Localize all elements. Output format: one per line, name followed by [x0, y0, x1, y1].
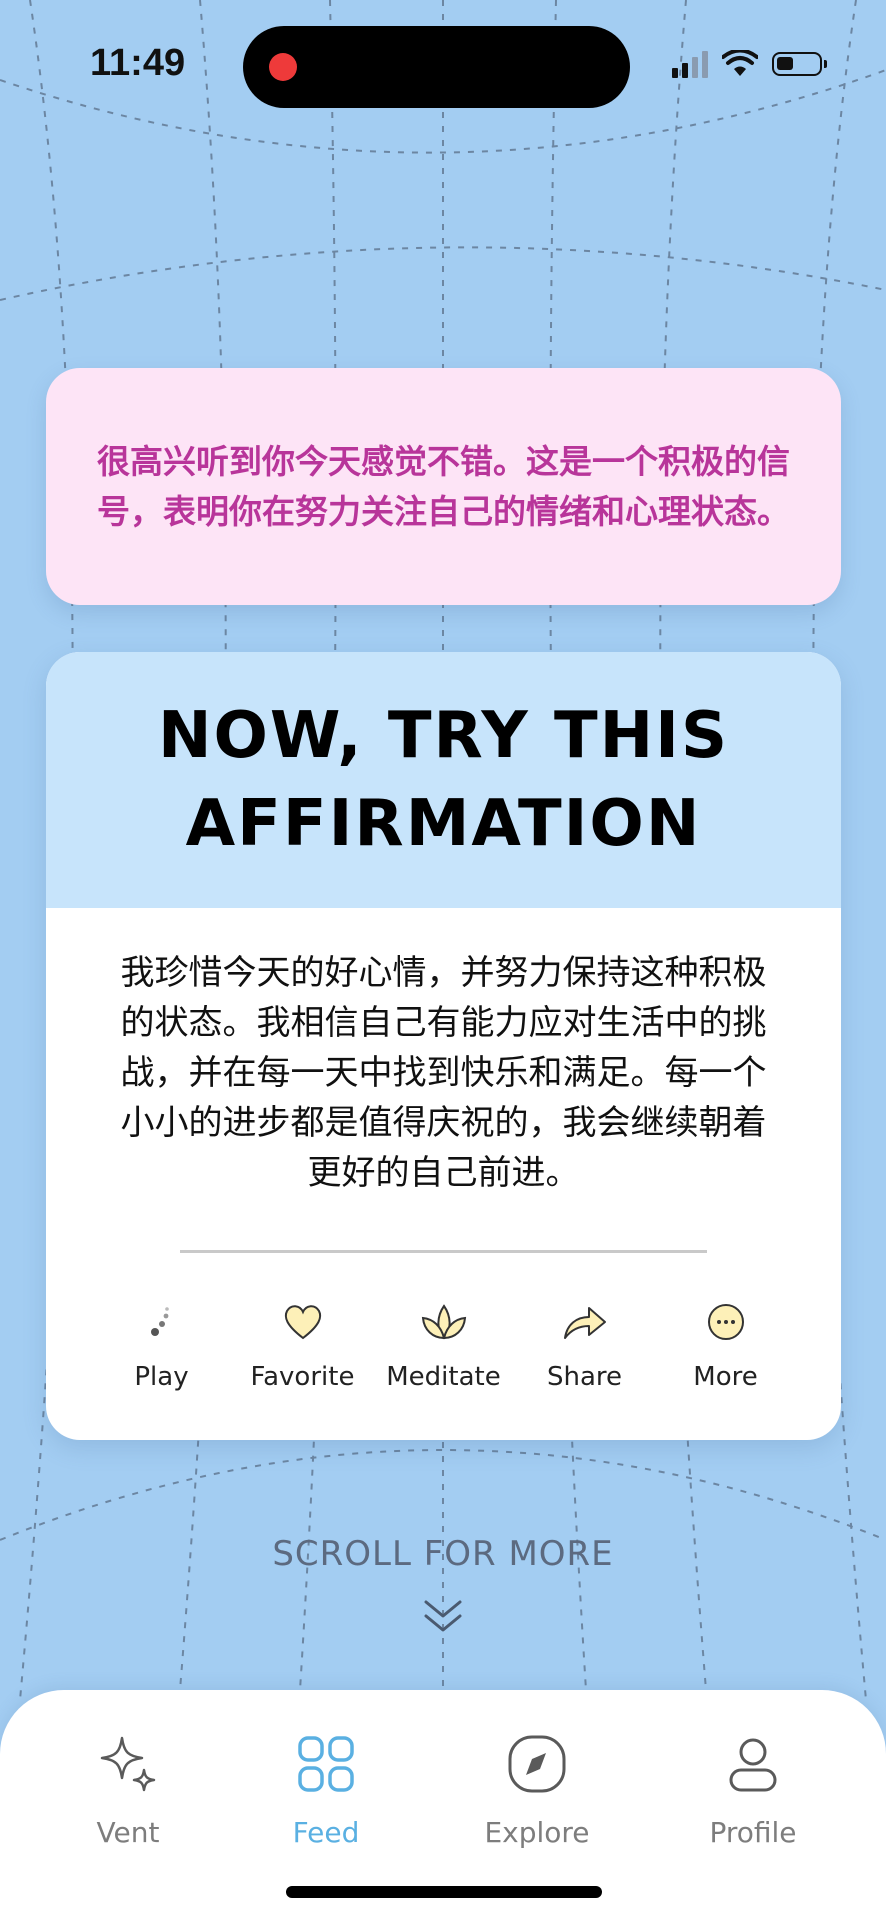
status-bar: 11:49 [0, 0, 886, 130]
home-indicator[interactable] [286, 1886, 602, 1898]
dynamic-island [243, 26, 630, 108]
favorite-label: Favorite [250, 1362, 355, 1392]
compass-icon [506, 1730, 568, 1798]
tab-explore-label: Explore [484, 1816, 590, 1849]
heart-icon [273, 1294, 333, 1350]
play-button[interactable]: Play [91, 1294, 232, 1392]
grid-icon [296, 1730, 356, 1798]
tab-profile[interactable]: Profile [663, 1730, 843, 1849]
double-chevron-down-icon[interactable] [420, 1596, 466, 1636]
share-arrow-icon [555, 1294, 615, 1350]
favorite-button[interactable]: Favorite [232, 1294, 373, 1392]
sparkle-icon [98, 1730, 158, 1798]
recording-indicator-icon [269, 53, 297, 81]
person-icon [725, 1730, 781, 1798]
wifi-icon [722, 50, 758, 76]
affirmation-header: NOW, TRY THIS AFFIRMATION [46, 652, 841, 908]
battery-icon [772, 52, 827, 76]
play-label: Play [134, 1362, 189, 1392]
tab-feed[interactable]: Feed [236, 1730, 416, 1849]
affirmation-actions: Play Favorite Meditate Share More [46, 1294, 841, 1392]
cellular-signal-icon [672, 50, 708, 78]
affirmation-card: NOW, TRY THIS AFFIRMATION 我珍惜今天的好心情，并努力保… [46, 652, 841, 1440]
scroll-for-more-text[interactable]: SCROLL FOR MORE [0, 1534, 886, 1574]
meditate-label: Meditate [386, 1362, 501, 1392]
more-label: More [693, 1362, 758, 1392]
response-message-card: 很高兴听到你今天感觉不错。这是一个积极的信号，表明你在努力关注自己的情绪和心理状… [46, 368, 841, 605]
tab-vent-label: Vent [96, 1816, 160, 1849]
share-button[interactable]: Share [514, 1294, 655, 1392]
lotus-icon [414, 1294, 474, 1350]
tab-vent[interactable]: Vent [38, 1730, 218, 1849]
affirmation-title: NOW, TRY THIS AFFIRMATION [157, 699, 730, 861]
divider [180, 1250, 707, 1253]
more-button[interactable]: More [655, 1294, 796, 1392]
tab-profile-label: Profile [709, 1816, 797, 1849]
status-time: 11:49 [90, 42, 186, 84]
affirmation-text: 我珍惜今天的好心情，并努力保持这种积极的状态。我相信自己有能力应对生活中的挑战，… [120, 953, 767, 1193]
tab-feed-label: Feed [292, 1816, 360, 1849]
tab-explore[interactable]: Explore [447, 1730, 627, 1849]
meditate-button[interactable]: Meditate [373, 1294, 514, 1392]
status-icons [672, 50, 827, 78]
response-message-text: 很高兴听到你今天感觉不错。这是一个积极的信号，表明你在努力关注自己的情绪和心理状… [97, 441, 790, 531]
share-label: Share [546, 1362, 623, 1392]
loading-dots-icon [132, 1294, 192, 1350]
more-dots-icon [696, 1294, 756, 1350]
